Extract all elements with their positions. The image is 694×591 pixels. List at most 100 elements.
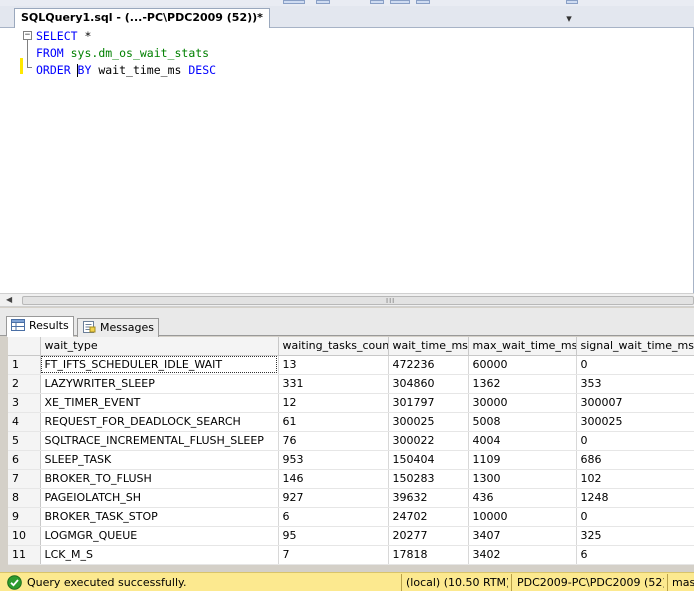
row-number[interactable]: 5 [8, 431, 41, 451]
results-grid[interactable]: wait_type waiting_tasks_count wait_time_… [8, 337, 694, 565]
table-row[interactable]: 2 LAZYWRITER_SLEEP 331 304860 1362 353 [8, 374, 694, 394]
sql-editor[interactable]: − SELECT * FROM sys.dm_os_wait_stats ORD… [0, 28, 694, 293]
grid-cell[interactable]: LCK_M_S [40, 545, 279, 565]
grid-cell[interactable]: FT_IFTS_SCHEDULER_IDLE_WAIT [40, 355, 279, 375]
table-row[interactable]: 3 XE_TIMER_EVENT 12 301797 30000 300007 [8, 393, 694, 413]
grid-cell[interactable]: LOGMGR_QUEUE [40, 526, 279, 546]
grid-cell[interactable]: PAGEIOLATCH_SH [40, 488, 279, 508]
row-number[interactable]: 1 [8, 355, 41, 375]
row-number[interactable]: 11 [8, 545, 41, 565]
table-row[interactable]: 8 PAGEIOLATCH_SH 927 39632 436 1248 [8, 488, 694, 508]
grid-cell[interactable]: REQUEST_FOR_DEADLOCK_SEARCH [40, 412, 279, 432]
toolbar-button[interactable] [283, 0, 305, 4]
table-row[interactable]: 11 LCK_M_S 7 17818 3402 6 [8, 545, 694, 565]
tab-list-dropdown-icon[interactable]: ▾ [562, 12, 576, 26]
scroll-left-arrow-icon[interactable]: ◀ [6, 295, 12, 304]
grid-cell[interactable]: SLEEP_TASK [40, 450, 279, 470]
tab-results[interactable]: Results [6, 316, 74, 337]
grid-cell[interactable]: 60000 [468, 355, 577, 375]
grid-cell[interactable]: 6 [278, 507, 389, 527]
grid-cell[interactable]: 102 [576, 469, 694, 489]
grid-cell[interactable]: 1300 [468, 469, 577, 489]
toolbar-button[interactable] [390, 0, 410, 4]
grid-cell[interactable]: 686 [576, 450, 694, 470]
grid-cell[interactable]: 17818 [388, 545, 469, 565]
grid-cell[interactable]: 39632 [388, 488, 469, 508]
row-number[interactable]: 9 [8, 507, 41, 527]
grid-cell[interactable]: 7 [278, 545, 389, 565]
grid-cell[interactable]: 5008 [468, 412, 577, 432]
grid-cell[interactable]: 331 [278, 374, 389, 394]
grid-cell[interactable]: 300025 [576, 412, 694, 432]
row-number[interactable]: 10 [8, 526, 41, 546]
table-row[interactable]: 4 REQUEST_FOR_DEADLOCK_SEARCH 61 300025 5008… [8, 412, 694, 432]
column-header-wait-time-ms[interactable]: wait_time_ms [388, 337, 469, 356]
grid-cell[interactable]: 146 [278, 469, 389, 489]
grid-cell[interactable]: 20277 [388, 526, 469, 546]
grid-cell[interactable]: 304860 [388, 374, 469, 394]
grid-cell[interactable]: 436 [468, 488, 577, 508]
grid-cell[interactable]: 24702 [388, 507, 469, 527]
grid-cell[interactable]: 76 [278, 431, 389, 451]
toolbar-button[interactable] [416, 0, 430, 4]
grid-cell[interactable]: SQLTRACE_INCREMENTAL_FLUSH_SLEEP [40, 431, 279, 451]
grid-cell[interactable]: 61 [278, 412, 389, 432]
table-row[interactable]: 10 LOGMGR_QUEUE 95 20277 3407 325 [8, 526, 694, 546]
table-row[interactable]: 6 SLEEP_TASK 953 150404 1109 686 [8, 450, 694, 470]
column-header-waiting-tasks-count[interactable]: waiting_tasks_count [278, 337, 389, 356]
grid-cell[interactable]: LAZYWRITER_SLEEP [40, 374, 279, 394]
column-header-max-wait-time-ms[interactable]: max_wait_time_ms [468, 337, 577, 356]
grid-cell[interactable]: 353 [576, 374, 694, 394]
grid-cell[interactable]: BROKER_TO_FLUSH [40, 469, 279, 489]
grid-cell[interactable]: 300007 [576, 393, 694, 413]
scrollbar-thumb[interactable]: III [22, 296, 694, 305]
collapse-region-icon[interactable]: − [23, 31, 32, 40]
grid-cell[interactable]: 12 [278, 393, 389, 413]
grid-cell[interactable]: 953 [278, 450, 389, 470]
grid-cell[interactable]: 150404 [388, 450, 469, 470]
grid-cell[interactable]: 325 [576, 526, 694, 546]
grid-cell[interactable]: 1109 [468, 450, 577, 470]
column-header-wait-type[interactable]: wait_type [40, 337, 279, 356]
grid-cell[interactable]: 1248 [576, 488, 694, 508]
tab-messages[interactable]: Messages [77, 318, 159, 338]
grid-cell[interactable]: 301797 [388, 393, 469, 413]
row-number[interactable]: 8 [8, 488, 41, 508]
grid-cell[interactable]: 0 [576, 355, 694, 375]
table-row[interactable]: 9 BROKER_TASK_STOP 6 24702 10000 0 [8, 507, 694, 527]
query-document-tab[interactable]: SQLQuery1.sql - (...-PC\PDC2009 (52))* [14, 8, 270, 28]
code-area[interactable]: SELECT * FROM sys.dm_os_wait_stats ORDER… [36, 28, 216, 79]
grid-cell[interactable]: 3407 [468, 526, 577, 546]
row-number[interactable]: 4 [8, 412, 41, 432]
editor-horizontal-scrollbar[interactable]: ◀ III [0, 293, 694, 307]
grid-cell[interactable]: 6 [576, 545, 694, 565]
grid-cell[interactable]: 300022 [388, 431, 469, 451]
grid-cell[interactable]: 300025 [388, 412, 469, 432]
grid-cell[interactable]: 30000 [468, 393, 577, 413]
table-row[interactable]: 7 BROKER_TO_FLUSH 146 150283 1300 102 [8, 469, 694, 489]
row-number[interactable]: 6 [8, 450, 41, 470]
grid-cell[interactable]: 95 [278, 526, 389, 546]
row-number-header[interactable] [8, 337, 41, 356]
row-number[interactable]: 7 [8, 469, 41, 489]
grid-cell[interactable]: 472236 [388, 355, 469, 375]
grid-cell[interactable]: 3402 [468, 545, 577, 565]
table-row[interactable]: 1 FT_IFTS_SCHEDULER_IDLE_WAIT 13 472236 6000… [8, 355, 694, 375]
grid-cell[interactable]: XE_TIMER_EVENT [40, 393, 279, 413]
grid-cell[interactable]: 150283 [388, 469, 469, 489]
grid-cell[interactable]: 1362 [468, 374, 577, 394]
grid-cell[interactable]: 927 [278, 488, 389, 508]
grid-cell[interactable]: 10000 [468, 507, 577, 527]
toolbar-button[interactable] [316, 0, 330, 4]
grid-cell[interactable]: BROKER_TASK_STOP [40, 507, 279, 527]
row-number[interactable]: 2 [8, 374, 41, 394]
grid-cell[interactable]: 13 [278, 355, 389, 375]
grid-cell[interactable]: 4004 [468, 431, 577, 451]
grid-cell[interactable]: 0 [576, 431, 694, 451]
toolbar-button[interactable] [566, 0, 578, 4]
grid-cell[interactable]: 0 [576, 507, 694, 527]
table-row[interactable]: 5 SQLTRACE_INCREMENTAL_FLUSH_SLEEP 76 30002… [8, 431, 694, 451]
toolbar-button[interactable] [370, 0, 384, 4]
column-header-signal-wait-time-ms[interactable]: signal_wait_time_ms [576, 337, 694, 356]
row-number[interactable]: 3 [8, 393, 41, 413]
